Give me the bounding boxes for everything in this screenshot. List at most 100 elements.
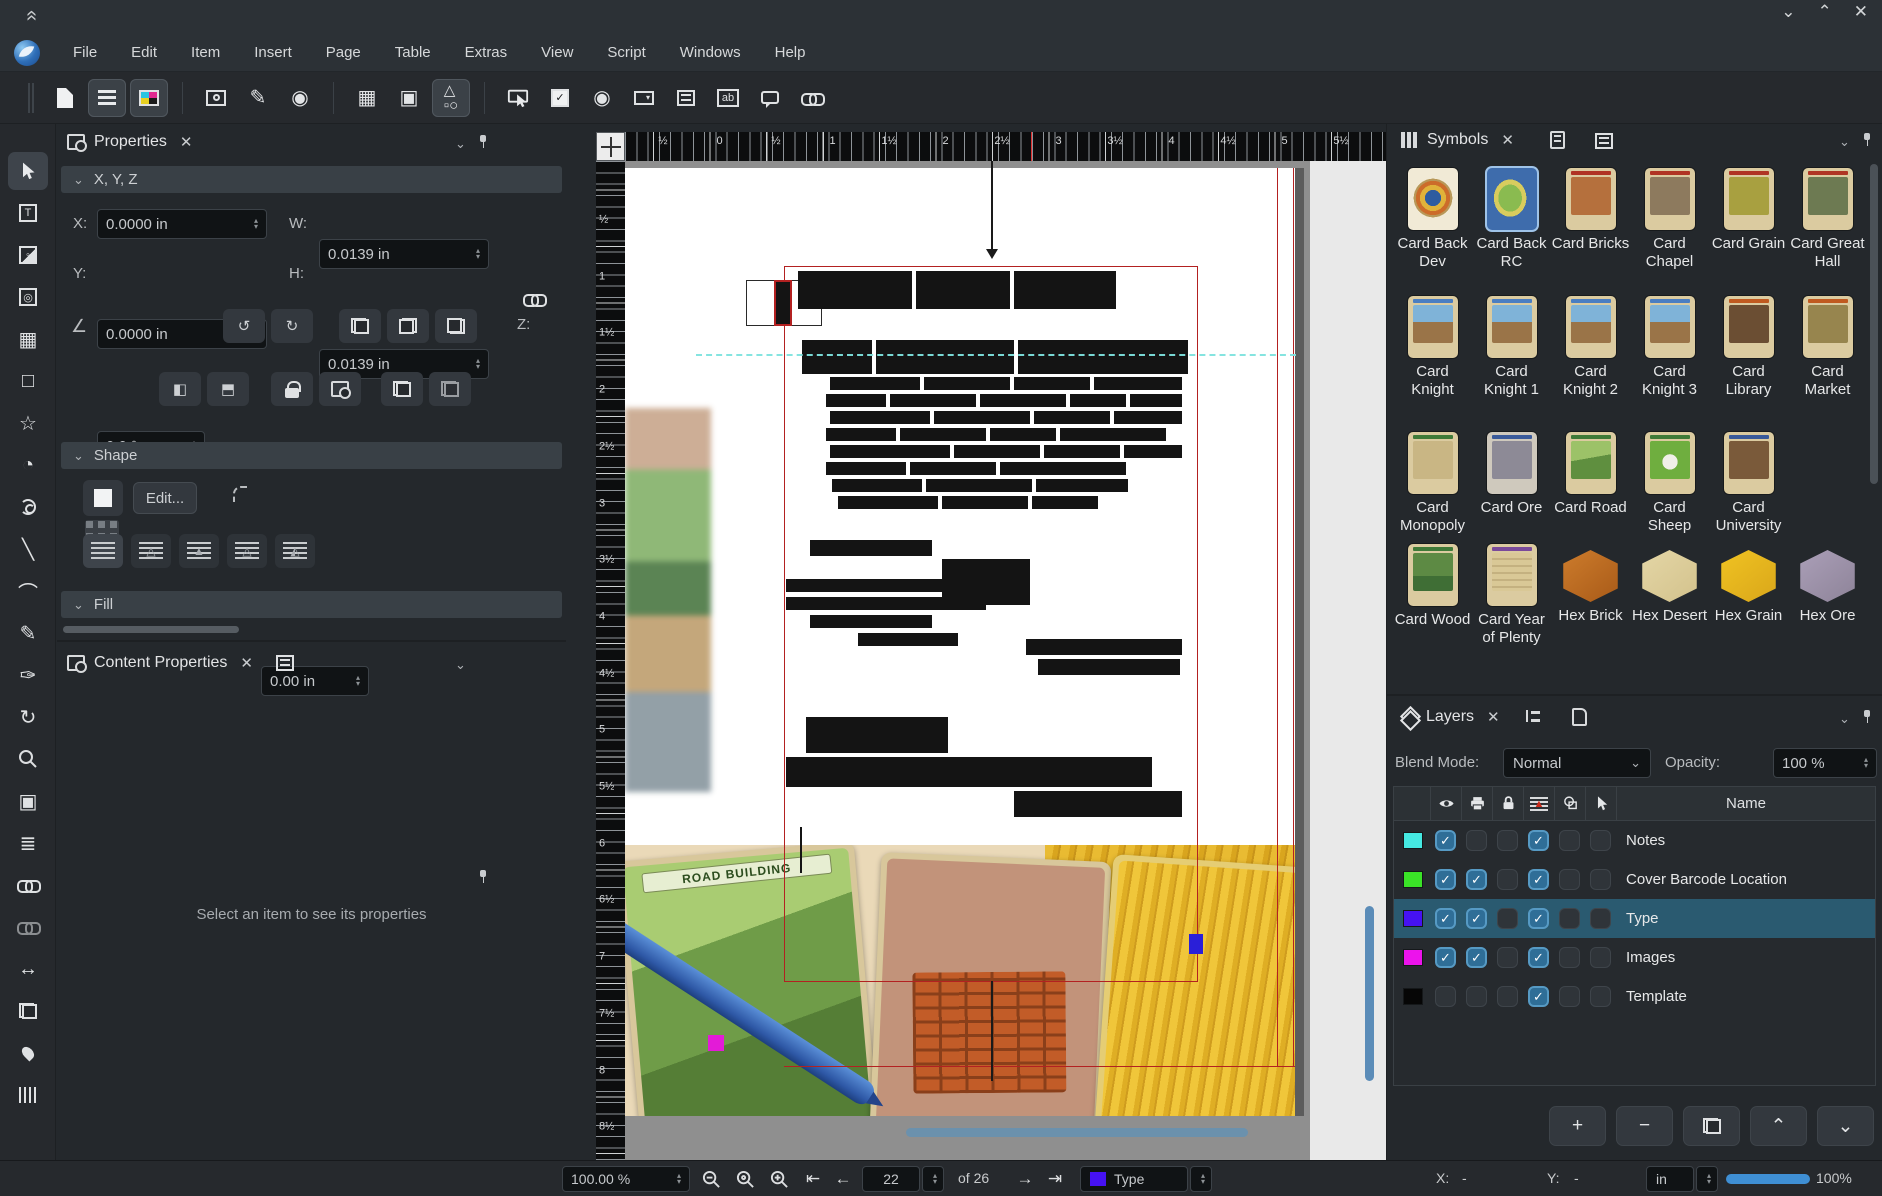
shape-swatch-button[interactable] (83, 480, 123, 516)
insert-shape-tool[interactable]: □ (8, 362, 48, 400)
pdf-text-annotation-icon[interactable] (751, 79, 789, 117)
content-properties-collapse-icon[interactable]: ⌄ (455, 657, 466, 673)
layer-outline-mode-checkbox[interactable]: ✓ (1528, 986, 1549, 1007)
document-viewport[interactable]: ROAD BUILDING (625, 161, 1386, 1160)
pdf-check-box-icon[interactable]: ✓ (541, 79, 579, 117)
opacity-field[interactable]: 100 %▴▾ (1773, 748, 1877, 778)
page-number-spinner[interactable]: ▴▾ (922, 1166, 944, 1192)
layer-printer-checkbox[interactable]: ✓ (1466, 986, 1487, 1007)
symbol-card-chapel[interactable]: Card Chapel (1630, 168, 1709, 271)
maximize-icon[interactable]: ⌃ (1818, 2, 1832, 22)
eye-dropper-tool[interactable] (8, 1034, 48, 1072)
lock-item-button[interactable] (271, 372, 313, 406)
rotate-item-tool[interactable]: ↻ (8, 698, 48, 736)
symbol-card-university[interactable]: Card University (1709, 432, 1788, 535)
objects-editable-icon[interactable] (1554, 787, 1585, 820)
layer-row-notes[interactable]: ✓✓✓✓✓✓Notes (1394, 821, 1875, 860)
symbol-card-sheep[interactable]: Card Sheep (1630, 432, 1709, 535)
layer-row-template[interactable]: ✓✓✓✓✓✓Template (1394, 977, 1875, 1016)
layer-objects-editable-checkbox[interactable]: ✓ (1559, 869, 1580, 890)
properties-scrollbar[interactable] (63, 626, 239, 633)
layer-objects-editable-checkbox[interactable]: ✓ (1559, 830, 1580, 851)
unit-dropdown-spinner[interactable]: ▴▾ (1696, 1166, 1718, 1192)
layer-objects-editable-checkbox[interactable]: ✓ (1559, 947, 1580, 968)
insert-bezier-curve-tool[interactable]: ⌒ (8, 572, 48, 610)
insert-table-lock-icon[interactable]: ▦ (348, 79, 386, 117)
layer-outline-mode-checkbox[interactable]: ✓ (1528, 908, 1549, 929)
layer-lock-checkbox[interactable]: ✓ (1497, 869, 1518, 890)
insert-render-frame-tool[interactable]: ◎ (8, 278, 48, 316)
layer-color-swatch[interactable] (1403, 910, 1423, 927)
menu-view[interactable]: View (524, 37, 590, 68)
link-text-frames-tool[interactable] (8, 866, 48, 904)
blend-mode-dropdown[interactable]: Normal⌄ (1503, 748, 1651, 778)
content-properties-close-icon[interactable]: ✕ (240, 654, 253, 672)
raise-button[interactable] (387, 309, 429, 343)
raise-to-top-button[interactable] (339, 309, 381, 343)
pdf-text-field-icon[interactable]: ab (709, 79, 747, 117)
preview-quality-slider[interactable] (1726, 1174, 1810, 1184)
layer-color-swatch[interactable] (1403, 949, 1423, 966)
add-layer-button[interactable]: + (1549, 1106, 1606, 1146)
insert-frame-lock-icon[interactable]: ▣ (390, 79, 428, 117)
text-flow-contour-button[interactable]: ◬ (227, 534, 267, 568)
unit-dropdown[interactable]: in (1646, 1166, 1694, 1192)
pdf-combo-box-icon[interactable]: ▾ (625, 79, 663, 117)
insert-shapes-lock-icon[interactable]: △▫○ (432, 79, 470, 117)
symbol-hex-grain[interactable]: Hex Grain (1709, 544, 1788, 647)
lower-layer-button[interactable]: ⌄ (1817, 1106, 1874, 1146)
printer-icon[interactable] (1461, 787, 1492, 820)
symbols-options-icon[interactable] (1595, 133, 1613, 149)
eye-icon[interactable] (1430, 787, 1461, 820)
layer-row-type[interactable]: ✓✓✓✓✓✓Type (1394, 899, 1875, 938)
layer-eye-checkbox[interactable]: ✓ (1435, 869, 1456, 890)
symbol-hex-ore[interactable]: Hex Ore (1788, 544, 1867, 647)
symbol-card-back-rc[interactable]: Card Back RC (1472, 168, 1551, 271)
symbol-card-ore[interactable]: Card Ore (1472, 432, 1551, 535)
menu-table[interactable]: Table (378, 37, 448, 68)
x-field[interactable]: 0.0000 in▴▾ (97, 209, 267, 239)
insert-calligraphic-line-tool[interactable]: ✑ (8, 656, 48, 694)
symbol-hex-desert[interactable]: Hex Desert (1630, 544, 1709, 647)
layer-printer-checkbox[interactable]: ✓ (1466, 869, 1487, 890)
insert-text-frame-tool[interactable]: T (8, 194, 48, 232)
layers-collapse-icon[interactable]: ⌄ (1839, 711, 1850, 727)
lock-icon[interactable] (1492, 787, 1523, 820)
menu-page[interactable]: Page (309, 37, 378, 68)
zoom-out-icon[interactable] (698, 1166, 724, 1192)
rotate-ccw-button[interactable]: ↺ (223, 309, 265, 343)
insert-table-tool[interactable]: ▦ (8, 320, 48, 358)
outline-mode-icon[interactable]: ▲ (1523, 787, 1554, 820)
last-page-icon[interactable]: ⇥ (1042, 1166, 1068, 1192)
raise-layer-button[interactable]: ⌃ (1750, 1106, 1807, 1146)
menu-file[interactable]: File (56, 37, 114, 68)
layer-outline-mode-checkbox[interactable]: ✓ (1528, 869, 1549, 890)
menu-help[interactable]: Help (758, 37, 823, 68)
layer-color-swatch[interactable] (1403, 832, 1423, 849)
layer-eye-checkbox[interactable]: ✓ (1435, 986, 1456, 1007)
text-frame-properties-icon[interactable] (88, 79, 126, 117)
previous-page-icon[interactable]: ← (830, 1166, 856, 1192)
layer-outline-mode-checkbox[interactable]: ✓ (1528, 947, 1549, 968)
layers-tree-icon[interactable] (1525, 709, 1541, 725)
layer-row-cover-barcode-location[interactable]: ✓✓✓✓✓✓Cover Barcode Location (1394, 860, 1875, 899)
lock-size-button[interactable] (319, 372, 361, 406)
horizontal-ruler[interactable]: ½0½11½22½33½44½55½ (625, 132, 1386, 161)
edit-contents-tool[interactable]: ▣ (8, 782, 48, 820)
close-icon[interactable]: ✕ (1854, 2, 1868, 22)
pdf-radio-button-icon[interactable]: ◉ (583, 79, 621, 117)
layer-select-arrow-checkbox[interactable]: ✓ (1590, 830, 1611, 851)
zoom-tool[interactable] (8, 740, 48, 778)
text-flow-disabled-button[interactable] (83, 534, 123, 568)
layer-eye-checkbox[interactable]: ✓ (1435, 908, 1456, 929)
layers-close-icon[interactable]: ✕ (1487, 708, 1500, 726)
layer-color-swatch[interactable] (1403, 988, 1423, 1005)
layer-select-arrow-checkbox[interactable]: ✓ (1590, 908, 1611, 929)
menu-insert[interactable]: Insert (237, 37, 309, 68)
symbol-card-knight-1[interactable]: Card Knight 1 (1472, 296, 1551, 399)
layer-lock-checkbox[interactable]: ✓ (1497, 947, 1518, 968)
preview-mode-icon[interactable] (197, 79, 235, 117)
barcode-tool[interactable] (8, 1076, 48, 1114)
text-flow-bounding-button[interactable]: ▲ (179, 534, 219, 568)
pdf-push-button-icon[interactable] (499, 79, 537, 117)
